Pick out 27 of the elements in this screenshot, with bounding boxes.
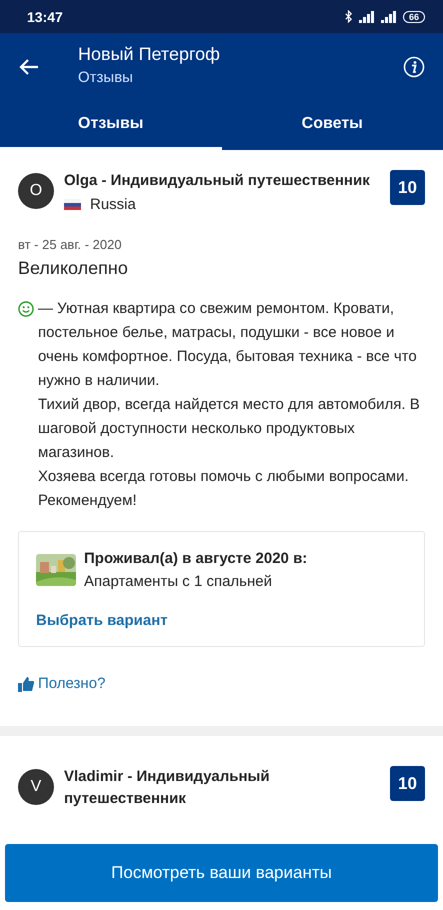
avatar: O bbox=[18, 173, 54, 209]
view-options-button[interactable]: Посмотреть ваши варианты bbox=[5, 844, 438, 902]
review-title: Великолепно bbox=[18, 258, 129, 279]
review-text: — Уютная квартира со свежим ремонтом. Кровати, постельное белье, матрасы, подушки - все новое и очень комфортное. Посуда, бытовая техника - все что нужно в наличии. Тихий двор, всегда найдется место для автомобиля. В шаговой доступности несколько продуктовых магазинов. Хозяева всегда готовы помочь с любыми вопросами. Рекомендуем! bbox=[38, 299, 421, 511]
stay-heading: Проживал(а) в августе 2020 в: bbox=[84, 550, 308, 567]
signal-icon bbox=[358, 10, 375, 22]
reviewer-name: Vladimir - Индивидуальный путешественник bbox=[64, 767, 271, 809]
avatar: V bbox=[18, 769, 54, 805]
review-date: вт - 25 авг. - 2020 bbox=[18, 237, 123, 252]
country-name: Russia bbox=[90, 196, 136, 213]
reviewer-name: Olga - Индивидуальный путешественник bbox=[64, 171, 371, 191]
battery-level: 66 bbox=[402, 10, 425, 22]
thumbs-up-icon[interactable] bbox=[18, 676, 34, 692]
select-option-link[interactable]: Выбрать вариант bbox=[36, 612, 168, 629]
info-icon[interactable] bbox=[403, 56, 425, 78]
tab[interactable]: Отзывы bbox=[0, 100, 222, 150]
score-badge: 10 bbox=[390, 170, 425, 205]
signal-icon bbox=[380, 10, 397, 22]
header-title: Новый Петергоф bbox=[78, 44, 221, 64]
header-subtitle: Отзывы bbox=[78, 68, 134, 86]
bluetooth-icon bbox=[344, 10, 353, 23]
helpful-link[interactable]: Полезно? bbox=[38, 675, 106, 692]
tab[interactable]: Советы bbox=[222, 100, 443, 150]
room-type: Апартаменты с 1 спальней bbox=[84, 573, 273, 590]
status-time: 13:47 bbox=[27, 8, 63, 24]
flag-icon bbox=[64, 199, 81, 210]
score-badge: 10 bbox=[390, 766, 425, 801]
